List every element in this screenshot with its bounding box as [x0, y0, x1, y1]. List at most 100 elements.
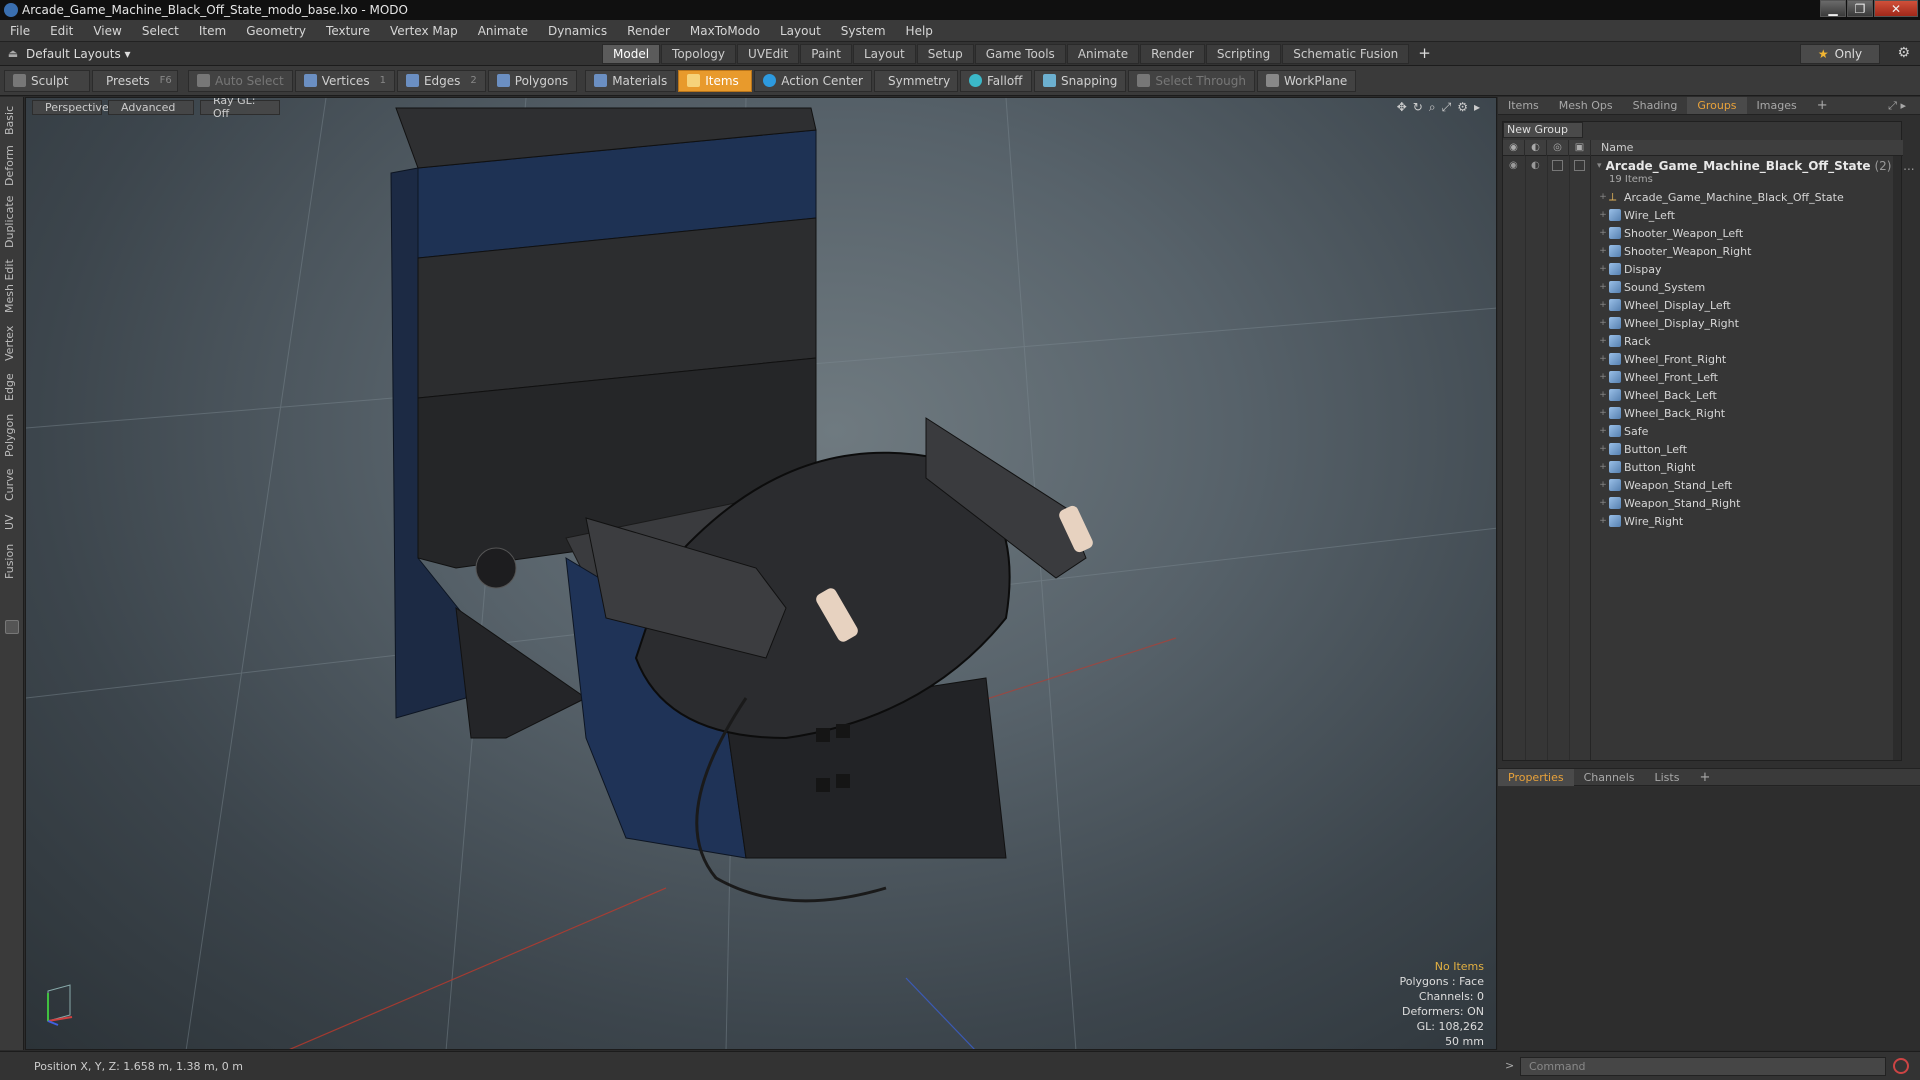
- group-item-row[interactable]: + Wire_Left: [1597, 206, 1901, 224]
- command-input[interactable]: Command: [1520, 1057, 1886, 1076]
- left-tab-deform[interactable]: Deform: [3, 145, 21, 187]
- tab-groups[interactable]: Groups: [1687, 97, 1747, 114]
- render-icon[interactable]: ◐: [1525, 140, 1547, 156]
- minimize-button[interactable]: ▁: [1820, 0, 1846, 17]
- group-item-row[interactable]: + Shooter_Weapon_Right: [1597, 242, 1901, 260]
- presets-button[interactable]: Presets F6: [92, 69, 178, 92]
- expand-icon[interactable]: +: [1597, 336, 1609, 346]
- expand-icon[interactable]: +: [1597, 498, 1609, 508]
- polygons-button[interactable]: Polygons: [487, 69, 578, 92]
- group-item-row[interactable]: + Sound_System: [1597, 278, 1901, 296]
- group-item-row[interactable]: + Wheel_Display_Right: [1597, 314, 1901, 332]
- layout-pin-icon[interactable]: ⏏: [0, 47, 26, 60]
- menu-dynamics[interactable]: Dynamics: [538, 24, 617, 38]
- left-tab-edge[interactable]: Edge: [3, 371, 21, 403]
- menu-edit[interactable]: Edit: [40, 24, 83, 38]
- record-macro-icon[interactable]: [1893, 1058, 1909, 1074]
- menu-texture[interactable]: Texture: [316, 24, 380, 38]
- menu-file[interactable]: File: [0, 24, 40, 38]
- viewport-expand-icon[interactable]: ▸: [1474, 100, 1480, 115]
- workplane-button[interactable]: WorkPlane: [1256, 69, 1357, 92]
- root-eye-icon[interactable]: ◉: [1509, 160, 1518, 171]
- add-panel-tab-button[interactable]: +: [1807, 98, 1838, 113]
- expand-icon[interactable]: +: [1597, 354, 1609, 364]
- group-item-row[interactable]: + Shooter_Weapon_Left: [1597, 224, 1901, 242]
- select-through-button[interactable]: Select Through: [1128, 69, 1255, 92]
- close-button[interactable]: ✕: [1874, 0, 1918, 17]
- expand-icon[interactable]: +: [1597, 300, 1609, 310]
- zoom-icon[interactable]: ⌕: [1429, 100, 1436, 115]
- menu-animate[interactable]: Animate: [468, 24, 538, 38]
- group-item-row[interactable]: + Wheel_Display_Left: [1597, 296, 1901, 314]
- tab-items[interactable]: Items: [1498, 99, 1549, 112]
- menu-select[interactable]: Select: [132, 24, 189, 38]
- materials-button[interactable]: Materials: [585, 69, 677, 92]
- edges-button[interactable]: Edges 2: [396, 69, 486, 92]
- expand-icon[interactable]: +: [1597, 516, 1609, 526]
- lock-icon[interactable]: ◎: [1547, 140, 1569, 156]
- left-tab-duplicate[interactable]: Duplicate: [3, 195, 21, 249]
- eye-icon[interactable]: ◉: [1503, 140, 1525, 156]
- group-item-row[interactable]: + Wheel_Back_Left: [1597, 386, 1901, 404]
- group-item-row[interactable]: + Dispay: [1597, 260, 1901, 278]
- tab-mesh-ops[interactable]: Mesh Ops: [1549, 99, 1623, 112]
- action-center-button[interactable]: Action Center: [754, 69, 872, 92]
- fit-icon[interactable]: ⤢: [1442, 100, 1452, 115]
- expand-icon[interactable]: +: [1597, 480, 1609, 490]
- group-item-row[interactable]: + Weapon_Stand_Left: [1597, 476, 1901, 494]
- add-tab-button[interactable]: +: [1410, 44, 1439, 64]
- sculpt-button[interactable]: Sculpt: [4, 69, 90, 92]
- group-item-row[interactable]: + ⟂ Arcade_Game_Machine_Black_Off_State: [1597, 188, 1901, 206]
- root-select-checkbox[interactable]: [1574, 160, 1585, 171]
- group-item-row[interactable]: + Wheel_Back_Right: [1597, 404, 1901, 422]
- left-tab-curve[interactable]: Curve: [3, 467, 21, 503]
- select-icon[interactable]: ▣: [1569, 140, 1591, 156]
- root-render-icon[interactable]: ◐: [1531, 160, 1540, 171]
- panel-expand-icon[interactable]: ⤢ ▸: [1878, 99, 1916, 113]
- menu-render[interactable]: Render: [617, 24, 680, 38]
- viewport-settings-icon[interactable]: ⚙: [1457, 100, 1468, 115]
- shading-dropdown[interactable]: Advanced: [108, 99, 194, 115]
- symmetry-button[interactable]: Symmetry: [874, 69, 958, 92]
- falloff-button[interactable]: Falloff: [960, 69, 1032, 92]
- rotate-icon[interactable]: ↻: [1413, 100, 1423, 115]
- expand-icon[interactable]: +: [1597, 210, 1609, 220]
- new-group-button[interactable]: New Group: [1503, 122, 1583, 138]
- tab-shading[interactable]: Shading: [1623, 99, 1688, 112]
- add-props-tab-button[interactable]: +: [1689, 770, 1720, 785]
- left-tab-mesh-edit[interactable]: Mesh Edit: [3, 257, 21, 315]
- default-layouts-dropdown[interactable]: Default Layouts ▾: [26, 47, 131, 61]
- tab-properties[interactable]: Properties: [1498, 768, 1574, 786]
- tab-render[interactable]: Render: [1140, 44, 1205, 64]
- expand-icon[interactable]: +: [1597, 228, 1609, 238]
- collapse-icon[interactable]: ▾: [1597, 161, 1602, 171]
- tab-scripting[interactable]: Scripting: [1205, 44, 1282, 64]
- tab-model[interactable]: Model: [602, 44, 661, 64]
- tab-layout[interactable]: Layout: [852, 44, 916, 64]
- auto-select-button[interactable]: Auto Select: [188, 69, 293, 92]
- tab-lists[interactable]: Lists: [1645, 771, 1690, 784]
- palette-toggle-icon[interactable]: [5, 620, 19, 634]
- group-item-row[interactable]: + Safe: [1597, 422, 1901, 440]
- snapping-button[interactable]: Snapping: [1034, 69, 1127, 92]
- expand-icon[interactable]: +: [1597, 408, 1609, 418]
- left-tab-fusion[interactable]: Fusion: [3, 541, 21, 581]
- group-item-row[interactable]: + Rack: [1597, 332, 1901, 350]
- menu-geometry[interactable]: Geometry: [236, 24, 316, 38]
- left-tab-polygon[interactable]: Polygon: [3, 411, 21, 459]
- expand-icon[interactable]: +: [1597, 246, 1609, 256]
- expand-icon[interactable]: +: [1597, 318, 1609, 328]
- gear-icon[interactable]: ⚙: [1897, 45, 1910, 61]
- menu-help[interactable]: Help: [896, 24, 943, 38]
- group-item-row[interactable]: + Button_Left: [1597, 440, 1901, 458]
- only-toggle-button[interactable]: ★ Only: [1800, 44, 1880, 64]
- vertices-button[interactable]: Vertices 1: [294, 69, 395, 92]
- left-tab-uv[interactable]: UV: [3, 511, 21, 533]
- expand-icon[interactable]: +: [1597, 264, 1609, 274]
- group-item-row[interactable]: + Weapon_Stand_Right: [1597, 494, 1901, 512]
- tab-uvedit[interactable]: UVEdit: [737, 44, 800, 64]
- menu-system[interactable]: System: [831, 24, 896, 38]
- raygl-toggle[interactable]: Ray GL: Off: [200, 98, 280, 120]
- menu-maxtomodo[interactable]: MaxToModo: [680, 24, 770, 38]
- name-column-header[interactable]: Name: [1601, 141, 1633, 154]
